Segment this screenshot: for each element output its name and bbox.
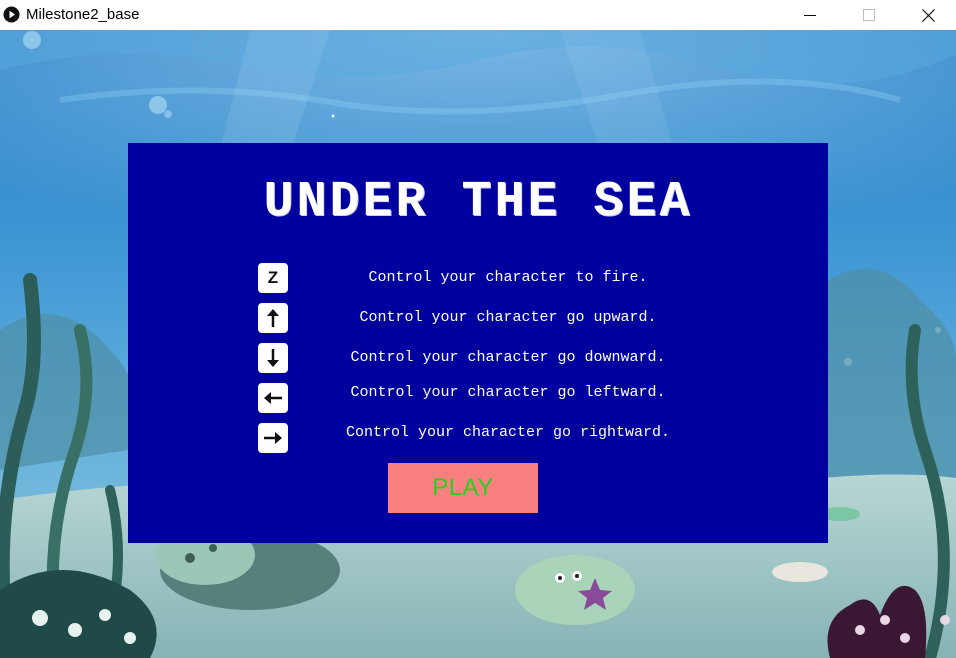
processing-app-icon — [3, 6, 20, 23]
arrow-left-icon — [258, 383, 288, 413]
play-button[interactable]: PLAY — [388, 463, 538, 513]
minimize-button[interactable] — [781, 0, 839, 30]
close-button[interactable] — [899, 0, 956, 30]
game-title: UNDER THE SEA — [263, 174, 693, 231]
downward-instruction: Control your character go downward. — [350, 349, 666, 366]
arrow-up-glyph — [267, 309, 279, 327]
rightward-instruction: Control your character go rightward. — [345, 424, 671, 441]
arrow-right-icon — [258, 423, 288, 453]
minimize-icon — [804, 15, 816, 16]
play-button-label: PLAY — [432, 474, 494, 501]
upward-instruction: Control your character go upward. — [359, 309, 657, 326]
arrow-right-glyph — [264, 432, 282, 444]
leftward-instruction: Control your character go leftward. — [350, 384, 666, 401]
z-key-label: Z — [267, 268, 279, 287]
arrow-down-glyph — [267, 349, 279, 367]
game-canvas[interactable]: UNDER THE SEA Z Control your character t… — [0, 30, 956, 658]
app-window: Milestone2_base UNDER THE SEA Z Control … — [0, 0, 956, 658]
close-icon — [921, 8, 935, 22]
arrow-up-icon — [258, 303, 288, 333]
menu-panel: UNDER THE SEA Z Control your character t… — [128, 143, 828, 543]
title-bar[interactable]: Milestone2_base — [0, 0, 956, 30]
fire-instruction: Control your character to fire. — [368, 269, 648, 286]
maximize-icon — [863, 9, 875, 21]
arrow-left-glyph — [264, 392, 282, 404]
maximize-button[interactable] — [840, 0, 898, 30]
window-title: Milestone2_base — [26, 6, 140, 23]
z-key-icon: Z — [258, 263, 288, 293]
arrow-down-icon — [258, 343, 288, 373]
